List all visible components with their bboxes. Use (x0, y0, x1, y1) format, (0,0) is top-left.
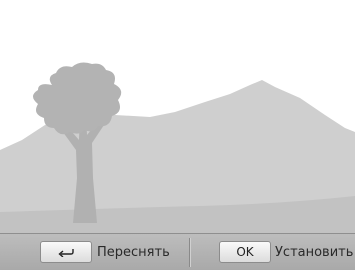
bottom-action-bar: Переснять OK Установить (0, 233, 355, 270)
set-button[interactable]: OK Установить (219, 234, 353, 270)
return-arrow-icon (57, 247, 75, 257)
retake-label: Переснять (97, 244, 170, 260)
tree-crown (33, 62, 122, 135)
retake-button[interactable]: Переснять (40, 234, 170, 270)
photo-preview (0, 0, 355, 235)
ok-key: OK (219, 241, 271, 263)
return-key (40, 241, 92, 263)
bar-divider (189, 238, 190, 267)
photo-review-screen: Переснять OK Установить (0, 0, 355, 270)
scene-illustration (0, 62, 355, 235)
set-label: Установить (275, 244, 354, 260)
